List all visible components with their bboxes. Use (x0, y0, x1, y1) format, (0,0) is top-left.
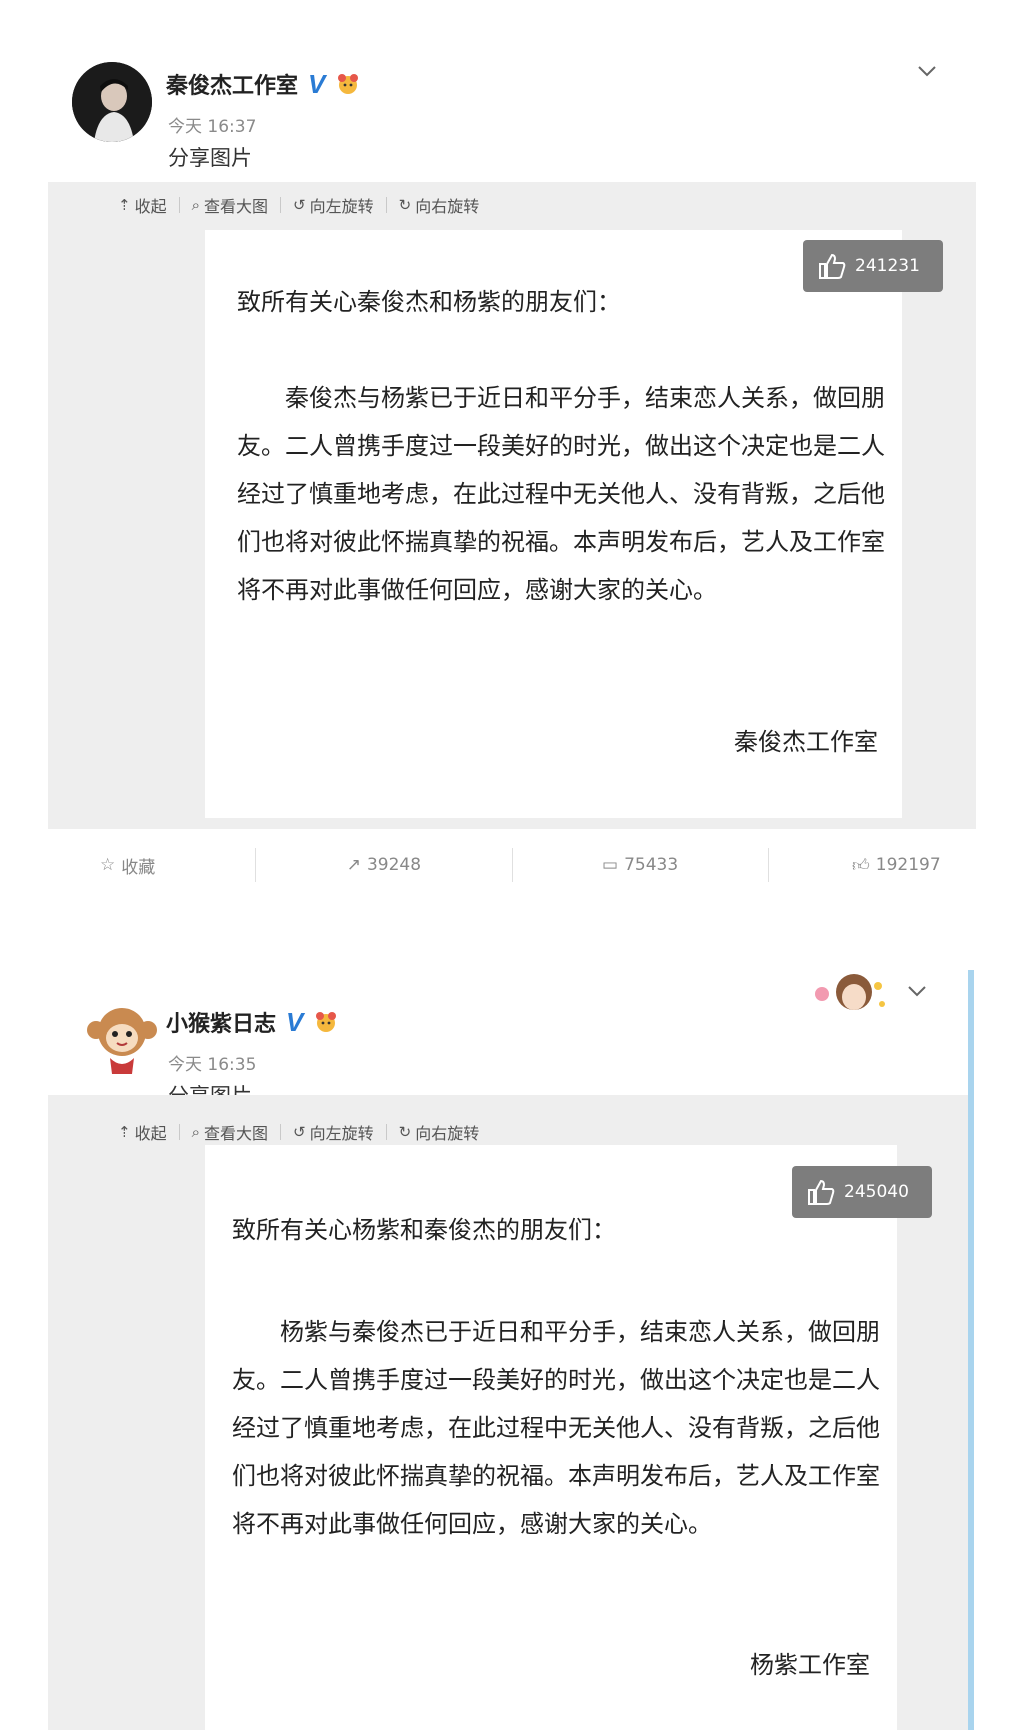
view-large-button[interactable]: ⌕ 查看大图 (192, 1120, 268, 1144)
image-like-badge[interactable]: 241231 (803, 240, 943, 292)
image-like-count: 245040 (844, 1182, 909, 1202)
collapse-icon: ⇡ (118, 196, 131, 214)
view-large-label: 查看大图 (204, 1124, 269, 1143)
divider (385, 1124, 387, 1140)
rotate-left-icon: ↺ (293, 196, 306, 214)
avatar[interactable] (82, 1000, 162, 1080)
thumbs-up-icon (808, 1179, 835, 1205)
collapse-icon: ⇡ (118, 1123, 131, 1141)
image-toolbar: ⇡ 收起 ⌕ 查看大图 ↺ 向左旋转 ↻ 向右旋转 (118, 1120, 479, 1144)
thumbs-up-icon: 👍︎ (852, 855, 870, 876)
favorite-button[interactable]: ☆ 收藏 (0, 853, 255, 878)
vip-icon (316, 1012, 337, 1032)
image-like-badge[interactable]: 245040 (792, 1166, 932, 1218)
chevron-down-icon[interactable] (906, 980, 928, 1002)
share-text: 分享图片 (168, 146, 252, 170)
post-time: 今天 16:35 (168, 1055, 257, 1075)
divider (178, 197, 180, 213)
avatar[interactable] (72, 62, 152, 142)
scrollbar-accent (968, 970, 974, 1730)
weibo-post-1: 秦俊杰工作室 V 今天 16:37 分享图片 ⇡ 收起 ⌕ 查看大图 ↺ 向左旋转 ↻… (0, 0, 1024, 882)
divider (280, 197, 282, 213)
star-icon: ☆ (100, 855, 116, 875)
statement-paragraph: 秦俊杰与杨紫已于近日和平分手，结束恋人关系，做回朋友。二人曾携手度过一段美好的时… (237, 384, 885, 604)
like-count: 192197 (875, 855, 941, 875)
repost-count: 39248 (366, 855, 422, 875)
rotate-right-button[interactable]: ↻ 向右旋转 (399, 1120, 480, 1144)
collapse-button[interactable]: ⇡ 收起 (118, 193, 167, 217)
rotate-left-button[interactable]: ↺ 向左旋转 (293, 193, 374, 217)
comment-button[interactable]: ▭ 75433 (513, 855, 768, 875)
verified-v-icon: V (308, 68, 326, 99)
statement-greeting: 致所有关心杨紫和秦俊杰的朋友们： (232, 1216, 616, 1244)
like-button[interactable]: 👍︎ 192197 (769, 855, 1024, 876)
rotate-left-button[interactable]: ↺ 向左旋转 (293, 1120, 374, 1144)
search-icon: ⌕ (191, 196, 200, 214)
image-like-count: 241231 (855, 256, 920, 276)
comment-icon: ▭ (602, 855, 619, 875)
rotate-right-button[interactable]: ↻ 向右旋转 (399, 193, 480, 217)
repost-button[interactable]: ↗ 39248 (256, 855, 511, 875)
rotate-right-icon: ↻ (398, 1123, 412, 1141)
rotate-left-label: 向左旋转 (309, 1124, 374, 1143)
rotate-right-icon: ↻ (398, 196, 412, 214)
search-icon: ⌕ (191, 1123, 200, 1141)
vip-icon (338, 74, 359, 94)
collapse-button[interactable]: ⇡ 收起 (118, 1120, 167, 1144)
statement-signature: 杨紫工作室 (750, 1651, 870, 1679)
verified-v-icon: V (286, 1006, 304, 1037)
view-large-label: 查看大图 (204, 197, 269, 216)
statement-body: 秦俊杰与杨紫已于近日和平分手，结束恋人关系，做回朋友。二人曾携手度过一段美好的时… (237, 374, 892, 614)
favorite-label: 收藏 (121, 857, 156, 878)
comment-count: 75433 (624, 855, 679, 875)
account-name[interactable]: 小猴紫日志 (166, 1006, 276, 1038)
post-time: 今天 16:37 (168, 117, 257, 137)
account-name[interactable]: 秦俊杰工作室 (166, 68, 298, 100)
rotate-left-icon: ↺ (293, 1123, 306, 1141)
chevron-down-icon[interactable] (916, 60, 938, 82)
statement-paragraph: 杨紫与秦俊杰已于近日和平分手，结束恋人关系，做回朋友。二人曾携手度过一段美好的时… (232, 1318, 880, 1538)
divider (178, 1124, 180, 1140)
rotate-right-label: 向右旋转 (415, 1124, 480, 1143)
collapse-label: 收起 (134, 197, 167, 216)
image-toolbar: ⇡ 收起 ⌕ 查看大图 ↺ 向左旋转 ↻ 向右旋转 (118, 193, 479, 217)
divider (385, 197, 387, 213)
rotate-left-label: 向左旋转 (309, 197, 374, 216)
post-actions: ☆ 收藏 ↗ 39248 ▭ 75433 👍︎ 192197 (0, 845, 1024, 885)
thumbs-up-icon (819, 253, 846, 279)
sticker-avatar-decoration (815, 974, 885, 1010)
rotate-right-label: 向右旋转 (415, 197, 480, 216)
view-large-button[interactable]: ⌕ 查看大图 (192, 193, 268, 217)
statement-body: 杨紫与秦俊杰已于近日和平分手，结束恋人关系，做回朋友。二人曾携手度过一段美好的时… (232, 1308, 882, 1548)
statement-signature: 秦俊杰工作室 (734, 728, 878, 756)
statement-greeting: 致所有关心秦俊杰和杨紫的朋友们： (237, 288, 621, 316)
collapse-label: 收起 (134, 1124, 167, 1143)
repost-icon: ↗ (346, 855, 361, 875)
divider (280, 1124, 282, 1140)
